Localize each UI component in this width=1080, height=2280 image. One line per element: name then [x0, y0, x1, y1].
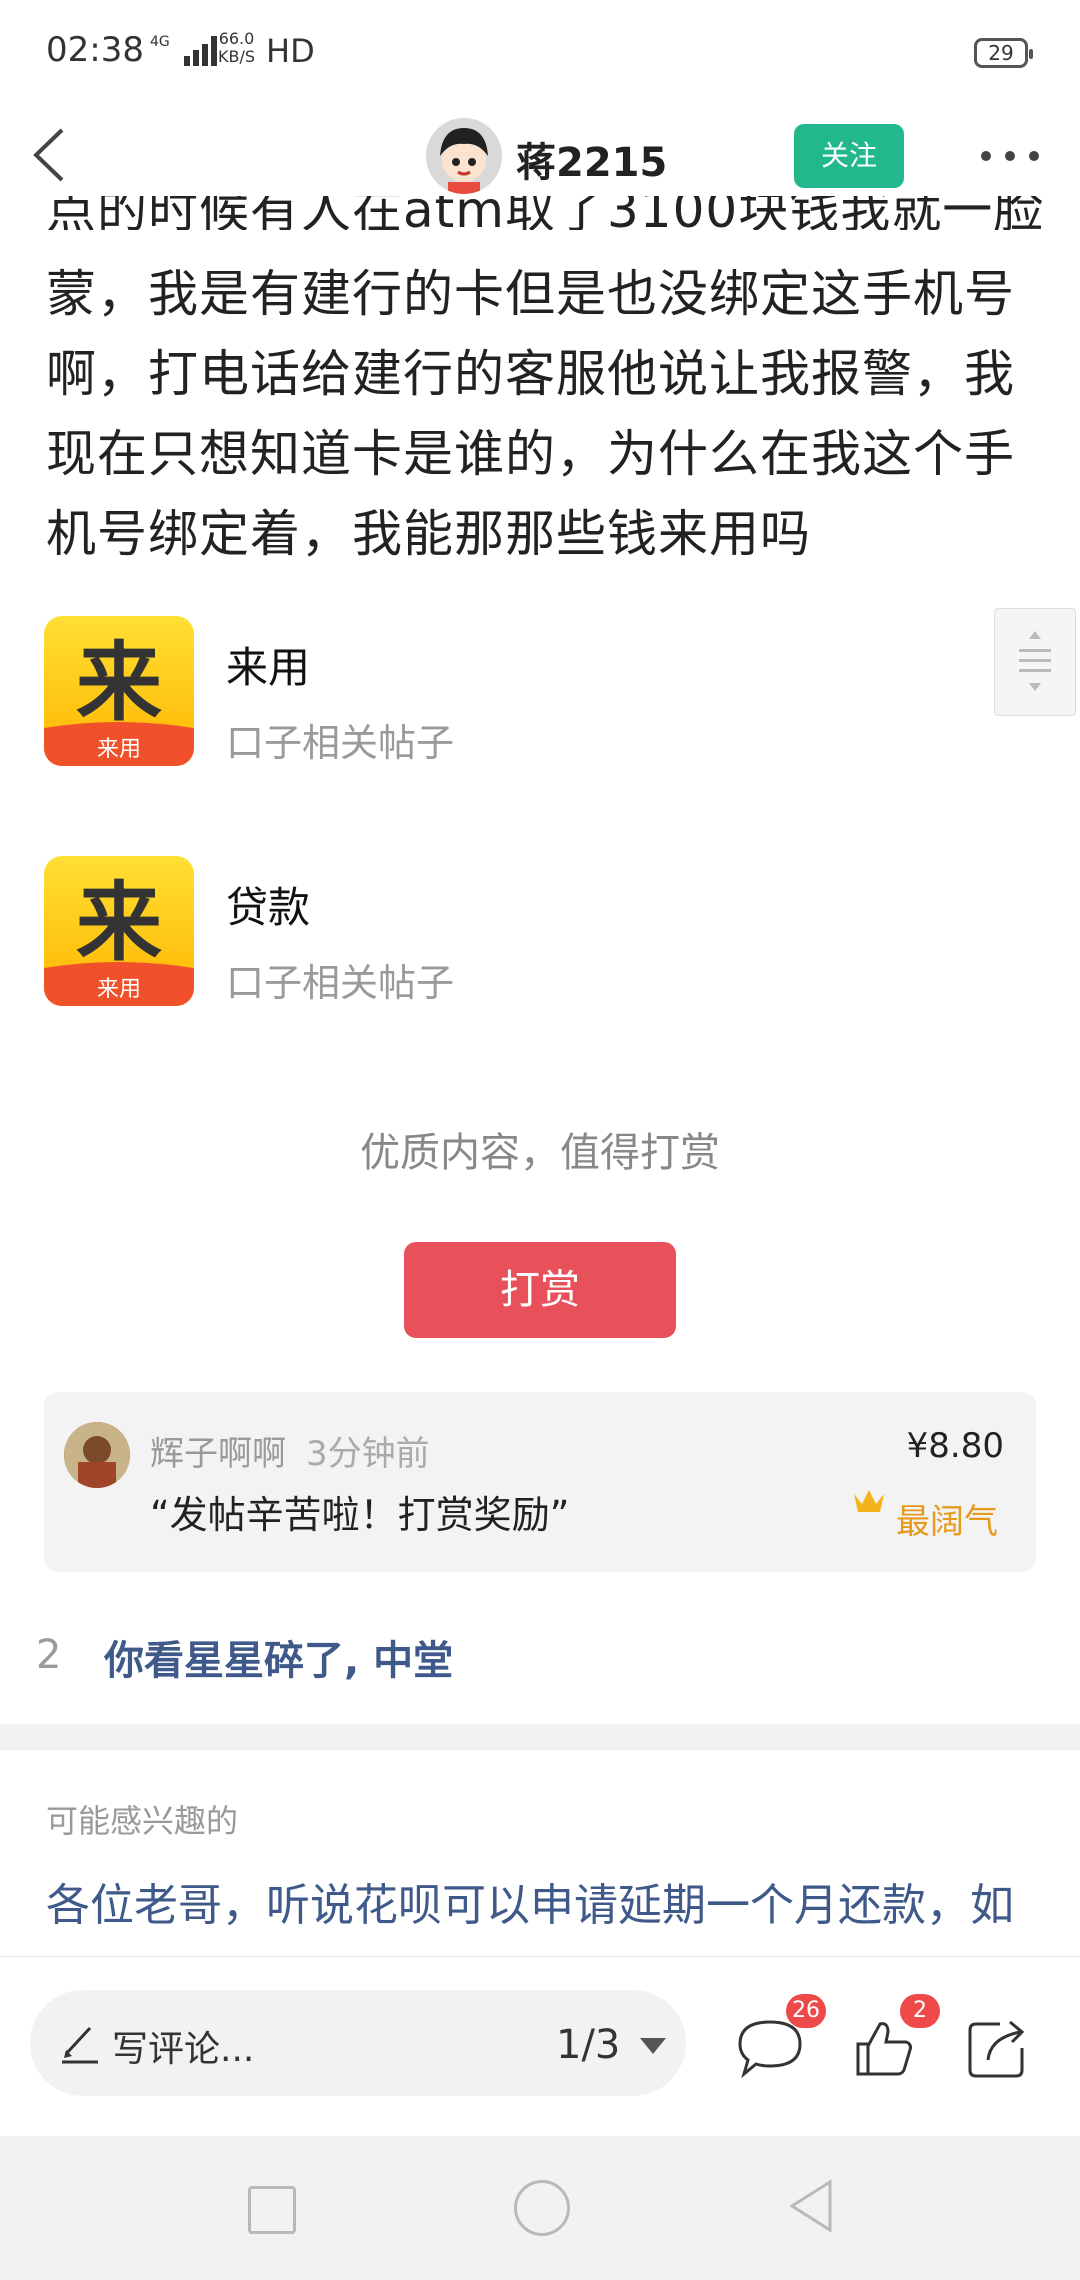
net-speed: 66.0 KB/S [218, 30, 255, 66]
top-tipper-badge: 最阔气 [896, 1502, 998, 1542]
status-bar: 02:38 4G 66.0 KB/S HD 29 [0, 0, 1080, 108]
fast-scroll-handle[interactable] [994, 608, 1076, 716]
home-icon[interactable] [514, 2180, 570, 2236]
page-dropdown-icon[interactable] [640, 2038, 666, 2054]
post-text: 蒙，我是有建行的卡但是也没绑定这手机号啊，打电话给建行的客服他说让我报警，我现在… [46, 265, 1015, 563]
interest-post-title[interactable]: 各位老哥，听说花呗可以申请延期一个月还款，如果延期了会影响备用金的使用吗？我花 [46, 1866, 1046, 1946]
recent-apps-icon[interactable] [248, 2186, 296, 2234]
reward-record-card[interactable] [44, 1392, 1036, 1572]
floor-number: 2 [36, 1632, 62, 1678]
crown-icon [854, 1490, 884, 1512]
battery-icon: 29 [974, 38, 1033, 68]
status-time: 02:38 [46, 30, 144, 70]
net-speed-unit: KB/S [218, 47, 256, 66]
comment-count-badge: 26 [786, 1994, 826, 2028]
avatar-photo-icon [64, 1422, 130, 1488]
ad-title: 贷款 [226, 883, 311, 932]
section-divider [0, 1724, 1080, 1750]
app-logo-icon: 来 来用 [44, 616, 194, 766]
page-indicator[interactable]: 1/3 [556, 2022, 620, 2068]
interest-section-label: 可能感兴趣的 [46, 1802, 239, 1840]
ad-item[interactable]: 来 来用 贷款 口子相关帖子 [44, 856, 944, 1016]
reward-user-avatar[interactable] [64, 1422, 130, 1488]
nav-back-icon[interactable] [786, 2178, 836, 2234]
follow-button[interactable]: 关注 [794, 124, 904, 188]
avatar-cartoon-icon [426, 118, 502, 194]
reward-caption: 优质内容，值得打赏 [360, 1130, 720, 1176]
comment-placeholder[interactable]: 写评论... [112, 2020, 254, 2072]
pencil-icon [62, 2026, 98, 2064]
share-icon[interactable] [958, 2008, 1038, 2088]
ad-subtitle: 口子相关帖子 [226, 721, 455, 765]
author-name[interactable]: 蒋2215 [516, 130, 667, 188]
svg-text:来用: 来用 [97, 977, 141, 1002]
ad-title: 来用 [226, 643, 311, 692]
hd-indicator: HD [266, 32, 315, 70]
ad-item[interactable]: 来 来用 来用 口子相关帖子 [44, 616, 944, 776]
svg-text:来: 来 [76, 873, 162, 973]
like-count-badge: 2 [900, 1994, 940, 2028]
scroll-grip-icon [1019, 631, 1051, 691]
back-arrow-icon[interactable] [24, 120, 84, 190]
ad-subtitle: 口子相关帖子 [226, 961, 455, 1005]
reward-time: 3分钟前 [306, 1434, 430, 1474]
reward-button[interactable]: 打赏 [404, 1242, 676, 1338]
more-options-icon[interactable] [978, 142, 1042, 170]
author-avatar[interactable] [426, 118, 502, 194]
network-type: 4G [150, 34, 170, 50]
reward-amount: ¥8.80 [906, 1426, 1004, 1466]
svg-text:来用: 来用 [97, 737, 141, 762]
floor-title[interactable]: 你看星星碎了, 中堂 [104, 1628, 453, 1686]
reward-user-name[interactable]: 辉子啊啊 [150, 1426, 286, 1475]
net-speed-value: 66.0 [218, 29, 255, 48]
app-logo-icon: 来 来用 [44, 856, 194, 1006]
svg-text:来: 来 [76, 633, 162, 733]
reward-message: “发帖辛苦啦！打赏奖励” [150, 1493, 570, 1537]
